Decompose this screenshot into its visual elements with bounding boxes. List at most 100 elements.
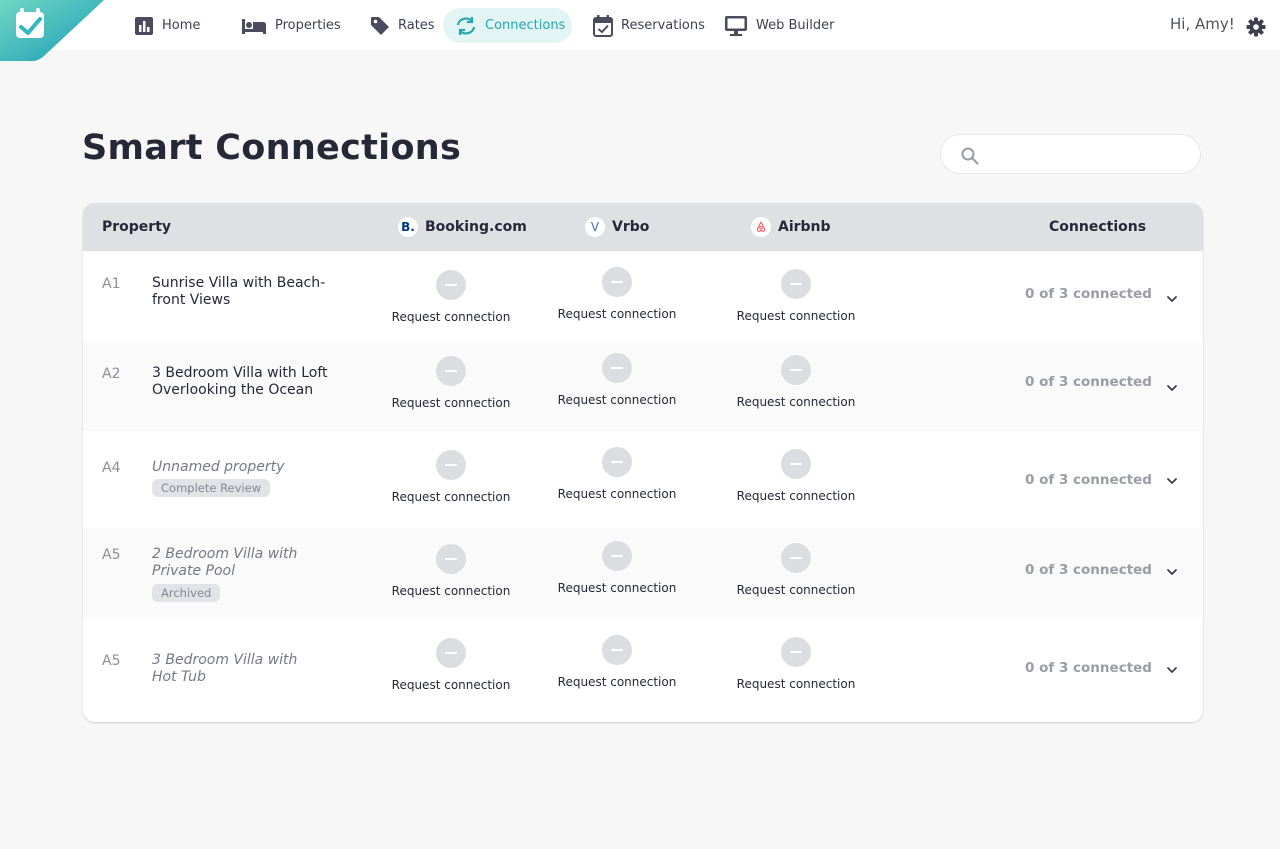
property-name[interactable]: Sunrise Villa with Beach-front Views [152,275,352,309]
column-header-airbnb-label: Airbnb [778,219,831,235]
airbnb-connection-cell: Request connection [726,543,866,597]
column-header-booking: B. Booking.com [398,217,527,237]
booking-status-indicator[interactable] [436,270,466,300]
app-logo[interactable] [0,0,104,62]
chevron-down-icon[interactable] [1165,381,1179,395]
search-box[interactable] [940,134,1201,174]
vrbo-request-connection-link[interactable]: Request connection [547,487,687,501]
table-row[interactable]: A4 Unnamed property Complete Review Requ… [83,431,1203,528]
booking-status-indicator[interactable] [436,544,466,574]
property-code: A5 [102,547,121,563]
vrbo-status-indicator[interactable] [602,635,632,665]
chevron-down-icon[interactable] [1165,474,1179,488]
booking-connection-cell: Request connection [381,544,521,598]
property-name[interactable]: 3 Bedroom Villa with Loft Overlooking th… [152,365,362,399]
booking-connection-cell: Request connection [381,450,521,504]
airbnb-status-indicator[interactable] [781,543,811,573]
status-badge: Archived [152,584,221,602]
column-header-connections-label: Connections [1049,219,1147,235]
column-header-property-label: Property [102,219,172,235]
table-row[interactable]: A5 2 Bedroom Villa with Private Pool Arc… [83,528,1203,619]
table-row[interactable]: A2 3 Bedroom Villa with Loft Overlooking… [83,341,1203,431]
chevron-down-icon[interactable] [1165,292,1179,306]
airbnb-connection-cell: Request connection [726,449,866,503]
airbnb-status-indicator[interactable] [781,637,811,667]
table-row[interactable]: A5 3 Bedroom Villa with Hot Tub Request … [83,619,1203,722]
tag-icon [371,16,389,35]
airbnb-logo-icon [751,217,771,237]
airbnb-request-connection-link[interactable]: Request connection [726,489,866,503]
property-name[interactable]: Unnamed property [152,459,352,476]
column-header-vrbo-label: Vrbo [612,219,650,235]
airbnb-status-indicator[interactable] [781,355,811,385]
vrbo-status-indicator[interactable] [602,541,632,571]
property-name[interactable]: 2 Bedroom Villa with Private Pool [152,546,322,580]
vrbo-status-indicator[interactable] [602,353,632,383]
booking-request-connection-link[interactable]: Request connection [381,678,521,692]
table-row[interactable]: A1 Sunrise Villa with Beach-front Views … [83,251,1203,341]
airbnb-status-indicator[interactable] [781,449,811,479]
vrbo-request-connection-link[interactable]: Request connection [547,581,687,595]
sync-icon [456,16,476,35]
booking-request-connection-link[interactable]: Request connection [381,396,521,410]
vrbo-status-indicator[interactable] [602,267,632,297]
property-code: A4 [102,460,121,476]
nav-home-label: Home [162,18,201,33]
booking-request-connection-link[interactable]: Request connection [381,584,521,598]
page-title: Smart Connections [82,128,462,168]
bar-chart-icon [135,16,153,35]
gear-icon[interactable] [1246,17,1266,37]
connection-count: 0 of 3 connected [1025,286,1152,302]
nav-properties-label: Properties [275,18,341,33]
property-name[interactable]: 3 Bedroom Villa with Hot Tub [152,652,322,686]
vrbo-request-connection-link[interactable]: Request connection [547,675,687,689]
booking-request-connection-link[interactable]: Request connection [381,310,521,324]
connection-count: 0 of 3 connected [1025,374,1152,390]
booking-request-connection-link[interactable]: Request connection [381,490,521,504]
top-navigation-bar: Home Properties Rates Connections Reserv… [0,0,1280,62]
property-code: A2 [102,366,121,382]
vrbo-request-connection-link[interactable]: Request connection [547,307,687,321]
status-badge: Complete Review [152,479,271,497]
property-code: A1 [102,276,121,292]
airbnb-request-connection-link[interactable]: Request connection [726,677,866,691]
booking-status-indicator[interactable] [436,638,466,668]
booking-status-indicator[interactable] [436,356,466,386]
vrbo-connection-cell: Request connection [547,267,687,321]
user-greeting[interactable]: Hi, Amy! [1170,15,1235,33]
connections-table: Property B. Booking.com V Vrbo Airbnb Co… [83,203,1203,722]
chevron-down-icon[interactable] [1165,565,1179,579]
booking-connection-cell: Request connection [381,638,521,692]
nav-rates-label: Rates [398,18,435,33]
airbnb-request-connection-link[interactable]: Request connection [726,583,866,597]
search-input[interactable] [987,143,1187,165]
nav-web-builder[interactable]: Web Builder [714,8,844,43]
airbnb-status-indicator[interactable] [781,269,811,299]
table-header: Property B. Booking.com V Vrbo Airbnb Co… [83,203,1203,251]
airbnb-request-connection-link[interactable]: Request connection [726,309,866,323]
calendar-check-icon [593,14,613,37]
booking-status-indicator[interactable] [436,450,466,480]
vrbo-connection-cell: Request connection [547,541,687,595]
vrbo-logo-icon: V [585,217,605,237]
monitor-icon [725,15,747,36]
airbnb-connection-cell: Request connection [726,637,866,691]
nav-reservations-label: Reservations [621,18,705,33]
connection-count: 0 of 3 connected [1025,660,1152,676]
bed-icon [242,18,266,34]
vrbo-request-connection-link[interactable]: Request connection [547,393,687,407]
connection-count: 0 of 3 connected [1025,562,1152,578]
nav-connections[interactable]: Connections [443,8,572,43]
vrbo-status-indicator[interactable] [602,447,632,477]
booking-connection-cell: Request connection [381,356,521,410]
chevron-down-icon[interactable] [1165,663,1179,677]
vrbo-connection-cell: Request connection [547,353,687,407]
nav-properties[interactable]: Properties [231,8,351,43]
column-header-airbnb: Airbnb [751,217,831,237]
column-header-vrbo: V Vrbo [585,217,649,237]
nav-reservations[interactable]: Reservations [583,8,715,43]
search-icon [961,147,979,165]
nav-home[interactable]: Home [124,8,210,43]
airbnb-request-connection-link[interactable]: Request connection [726,395,866,409]
nav-rates[interactable]: Rates [360,8,445,43]
